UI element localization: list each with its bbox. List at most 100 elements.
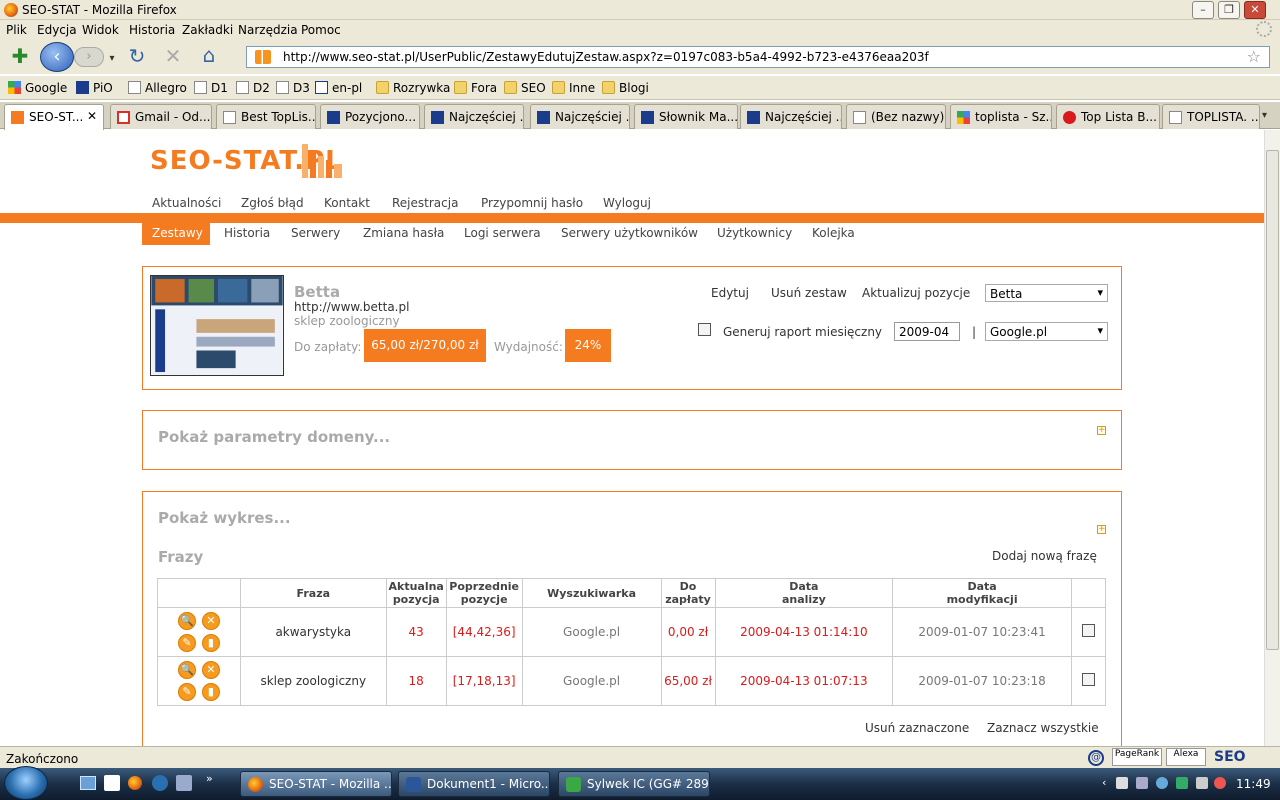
expand-domain-params-icon[interactable]: + (1097, 426, 1106, 435)
tab-slownik[interactable]: Słownik Ma... (634, 104, 738, 129)
details-icon[interactable]: 🔍 (177, 661, 196, 679)
tray-expand-icon[interactable]: ‹ (1102, 776, 1106, 789)
nav-kontakt[interactable]: Kontakt (324, 196, 370, 210)
bookmark-star-icon[interactable]: ☆ (1247, 47, 1261, 66)
nav-rejestracja[interactable]: Rejestracja (392, 196, 458, 210)
tab-gmail[interactable]: Gmail - Od... (110, 104, 212, 129)
tab-seo-stat[interactable]: SEO-ST... ✕ (4, 104, 104, 130)
subnav-serwery-uzytkownikow[interactable]: Serwery użytkowników (561, 226, 698, 240)
minimize-button[interactable]: – (1192, 1, 1214, 19)
bookmark-inne[interactable]: Inne (552, 81, 595, 95)
header-to-pay[interactable]: Do zapłaty (660, 578, 716, 608)
subnav-serwery[interactable]: Serwery (291, 226, 340, 240)
tab-best-toplis[interactable]: Best TopLis... (216, 104, 316, 129)
menu-plik[interactable]: Plik (6, 23, 27, 37)
report-month-input[interactable]: 2009-04 (894, 322, 960, 341)
taskbar-item-firefox[interactable]: SEO-STAT - Mozilla ... (240, 771, 392, 797)
tab-toplista[interactable]: TOPLISTA. ... (1162, 104, 1260, 129)
tray-icon[interactable] (1136, 777, 1148, 789)
monthly-report-checkbox[interactable] (698, 323, 711, 336)
nav-przypomnij-haslo[interactable]: Przypomnij hasło (481, 196, 583, 210)
chart-icon[interactable]: ▮ (201, 634, 220, 652)
close-window-button[interactable]: ✕ (1244, 1, 1266, 19)
delete-selected-link[interactable]: Usuń zaznaczone (865, 721, 969, 735)
row-checkbox[interactable] (1081, 624, 1095, 637)
bookmark-pio[interactable]: PiO (76, 81, 113, 95)
clock[interactable]: 11:49 (1236, 777, 1271, 791)
vertical-scrollbar[interactable] (1264, 130, 1280, 746)
back-button[interactable]: ‹ (40, 42, 74, 72)
quicklaunch-icon[interactable] (104, 775, 120, 791)
bookmark-d3[interactable]: D3 (276, 81, 310, 95)
menu-widok[interactable]: Widok (82, 23, 119, 37)
forward-button[interactable]: › (74, 47, 104, 67)
subnav-uzytkownicy[interactable]: Użytkownicy (717, 226, 792, 240)
header-previous-positions[interactable]: Poprzednie pozycje (445, 578, 523, 608)
firefox-quicklaunch-icon[interactable] (128, 776, 142, 790)
reload-icon[interactable]: ↻ (126, 46, 148, 66)
bookmark-en-pl[interactable]: en-pl (315, 81, 362, 95)
delete-icon[interactable]: ✕ (201, 612, 220, 630)
taskbar-item-gg[interactable]: Sylwek IC (GG# 2897... (558, 771, 710, 797)
maximize-button[interactable]: ❐ (1218, 1, 1240, 19)
tray-icon[interactable] (1116, 777, 1128, 789)
engine-select[interactable]: Google.pl (985, 322, 1108, 341)
zestaw-url[interactable]: http://www.betta.pl (294, 300, 409, 314)
delete-set-link[interactable]: Usuń zestaw (771, 286, 847, 300)
edit-icon[interactable]: ✎ (177, 683, 196, 701)
tab-najczesciej-1[interactable]: Najczęściej ... (424, 104, 524, 129)
chart-icon[interactable]: ▮ (201, 683, 220, 701)
home-icon[interactable]: ⌂ (198, 45, 220, 65)
nav-aktualnosci[interactable]: Aktualności (152, 196, 221, 210)
close-tab-icon[interactable]: ✕ (87, 109, 97, 123)
tab-pozycjono[interactable]: Pozycjono... (320, 104, 420, 129)
alexa-widget[interactable]: Alexa (1166, 748, 1206, 766)
show-desktop-icon[interactable] (80, 776, 96, 790)
subnav-zestawy[interactable]: Zestawy (142, 221, 210, 245)
start-button[interactable] (4, 766, 48, 800)
tab-najczesciej-3[interactable]: Najczęściej ... (740, 104, 842, 129)
header-analysis-date[interactable]: Data analizy (714, 578, 894, 608)
new-tab-icon[interactable]: ✚ (8, 46, 32, 68)
bookmark-fora[interactable]: Fora (454, 81, 497, 95)
network-icon[interactable] (1176, 777, 1188, 789)
tab-bez-nazwy[interactable]: (Bez nazwy) (846, 104, 946, 129)
bookmark-seo[interactable]: SEO (504, 81, 546, 95)
add-phrase-link[interactable]: Dodaj nową frazę (992, 549, 1097, 563)
url-bar[interactable]: http://www.seo-stat.pl/UserPublic/Zestaw… (246, 46, 1270, 68)
menu-zakladki[interactable]: Zakładki (182, 23, 233, 37)
tab-list-icon[interactable]: ▾ (1262, 110, 1267, 121)
show-domain-params-link[interactable]: Pokaż parametry domeny... (158, 428, 390, 446)
zestaw-select[interactable]: Betta (985, 284, 1108, 302)
site-thumbnail[interactable] (150, 275, 284, 376)
quicklaunch-overflow-icon[interactable]: » (206, 772, 213, 785)
menu-historia[interactable]: Historia (129, 23, 175, 37)
show-chart-link[interactable]: Pokaż wykres... (158, 509, 291, 527)
header-modification-date[interactable]: Data modyfikacji (892, 578, 1072, 608)
bookmark-google[interactable]: Google (8, 81, 67, 95)
quicklaunch-icon[interactable] (152, 775, 168, 791)
menu-edycja[interactable]: Edycja (37, 23, 77, 37)
subnav-historia[interactable]: Historia (224, 226, 270, 240)
scrollbar-thumb[interactable] (1266, 150, 1279, 650)
tray-icon[interactable] (1214, 777, 1226, 789)
history-dropdown-icon[interactable]: ▾ (106, 49, 118, 69)
edit-link[interactable]: Edytuj (711, 286, 749, 300)
bookmark-d1[interactable]: D1 (194, 81, 228, 95)
url-text[interactable]: http://www.seo-stat.pl/UserPublic/Zestaw… (283, 50, 929, 64)
select-all-link[interactable]: Zaznacz wszystkie (987, 721, 1099, 735)
details-icon[interactable]: 🔍 (177, 612, 196, 630)
header-fraza[interactable]: Fraza (239, 578, 387, 608)
bookmark-allegro[interactable]: Allegro (128, 81, 187, 95)
addon-icon[interactable]: @ (1088, 750, 1104, 766)
header-search-engine[interactable]: Wyszukiwarka (521, 578, 662, 608)
bookmark-blogi[interactable]: Blogi (602, 81, 649, 95)
tab-top-lista-b[interactable]: Top Lista B... (1056, 104, 1160, 129)
edit-icon[interactable]: ✎ (177, 634, 196, 652)
seo-widget[interactable]: SEO (1214, 749, 1246, 765)
update-positions-link[interactable]: Aktualizuj pozycje (862, 286, 970, 300)
pagerank-widget[interactable]: PageRank (1112, 748, 1162, 766)
row-checkbox[interactable] (1081, 673, 1095, 686)
tray-icon[interactable] (1156, 777, 1168, 789)
volume-icon[interactable] (1196, 777, 1208, 789)
